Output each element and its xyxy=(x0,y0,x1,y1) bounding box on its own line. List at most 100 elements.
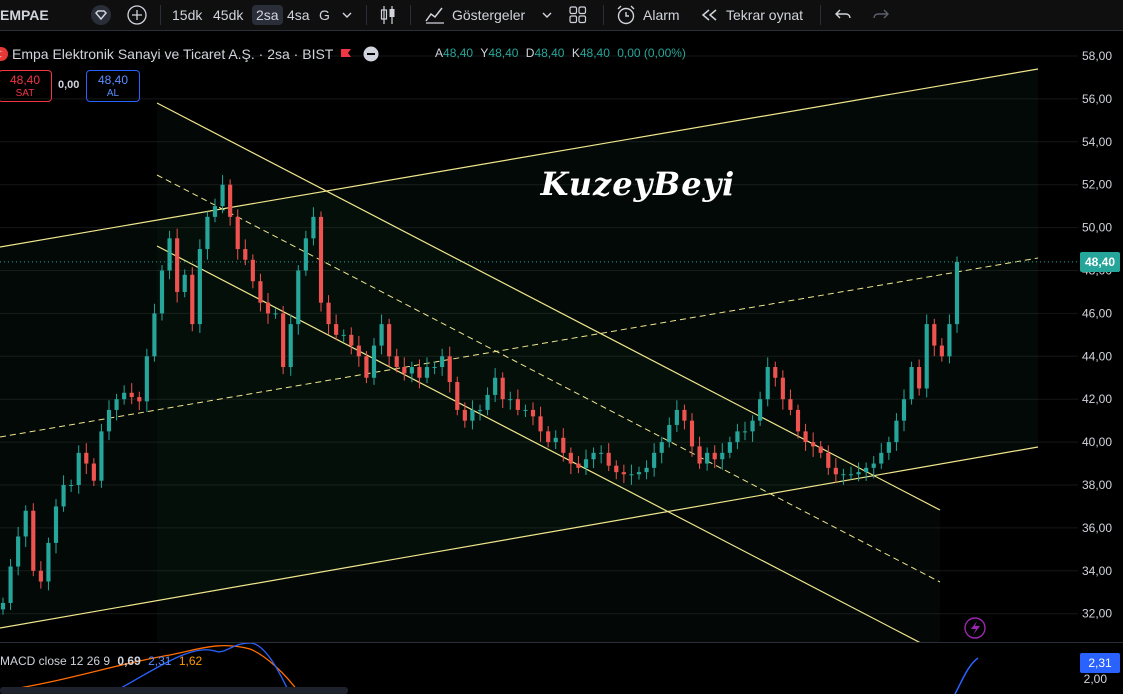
candle-body xyxy=(773,367,778,378)
buy-button[interactable]: 48,40 AL xyxy=(86,70,140,102)
candle-body xyxy=(652,452,657,468)
candle-body xyxy=(175,238,180,292)
candle-body xyxy=(8,566,13,603)
candle-body xyxy=(667,424,672,443)
candle-body xyxy=(712,452,717,460)
undo-icon[interactable] xyxy=(834,0,852,30)
interval-G[interactable]: G xyxy=(319,0,330,30)
top-toolbar: EMPAE 15dk 45dk 2sa 4sa G Göstergeler Al… xyxy=(0,0,1123,31)
drawings-layer[interactable] xyxy=(0,68,1078,642)
replay-label: Tekrar oynat xyxy=(726,7,804,23)
candle-body xyxy=(402,367,407,374)
candle-body xyxy=(659,442,664,453)
candle-body xyxy=(614,465,619,473)
candle-body xyxy=(553,437,558,443)
candle-body xyxy=(727,442,732,453)
candle-body xyxy=(697,446,702,464)
redo-icon[interactable] xyxy=(872,0,890,30)
indicators-chevron-down-icon[interactable] xyxy=(540,0,554,30)
candle-body xyxy=(682,409,687,421)
macd-legend: MACD close 12 26 9 0,69 2,31 1,62 xyxy=(0,654,203,668)
candle-body xyxy=(932,324,937,346)
candle-body xyxy=(31,510,36,571)
replay-button[interactable]: Tekrar oynat xyxy=(700,0,803,30)
alarm-button[interactable]: Alarm xyxy=(615,0,680,30)
candle-body xyxy=(742,431,748,433)
candle-body xyxy=(326,302,331,325)
candle-body xyxy=(356,345,361,357)
candle-body xyxy=(576,463,581,468)
turkey-flag-icon xyxy=(0,47,8,61)
price-tick-label: 38,00 xyxy=(1082,478,1112,492)
candles-icon[interactable] xyxy=(378,0,398,30)
candle-body xyxy=(493,377,498,395)
candle-body xyxy=(568,452,573,464)
price-tick-label: 56,00 xyxy=(1082,92,1112,106)
candle-body xyxy=(674,409,679,425)
candle-body xyxy=(636,472,642,475)
flag-marker-icon[interactable] xyxy=(339,47,353,61)
candle-body xyxy=(606,452,611,466)
candle-body xyxy=(886,442,891,453)
price-tick-label: 42,00 xyxy=(1082,392,1112,406)
candle-body xyxy=(379,324,384,346)
candle-body xyxy=(129,392,134,398)
candle-body xyxy=(69,485,74,486)
price-tick-label: 36,00 xyxy=(1082,521,1112,535)
candle-body xyxy=(546,431,551,443)
candle-body xyxy=(455,382,460,410)
interval-chevron-down-icon[interactable] xyxy=(340,0,354,30)
interval-4sa[interactable]: 4sa xyxy=(287,0,310,30)
price-chart[interactable]: 58,0056,0054,0052,0050,0048,0046,0044,00… xyxy=(0,31,1123,642)
current-price-label: 48,40 xyxy=(1080,252,1120,272)
symbol-legend[interactable]: Empa Elektronik Sanayi ve Ticaret A.Ş. ·… xyxy=(0,44,379,64)
candle-body xyxy=(84,452,89,464)
candle-body xyxy=(841,474,846,476)
candle-body xyxy=(334,324,339,335)
interval-45dk[interactable]: 45dk xyxy=(213,0,243,30)
candle-body xyxy=(281,313,286,368)
candle-body xyxy=(341,334,346,336)
candle-body xyxy=(99,431,104,481)
candle-body xyxy=(197,249,202,325)
candle-body xyxy=(500,377,505,400)
macd-pane[interactable]: MACD close 12 26 9 0,69 2,31 1,62 2,31 2… xyxy=(0,642,1123,694)
collapse-minus-icon[interactable] xyxy=(363,46,379,62)
indicators-icon xyxy=(425,7,444,24)
indicators-label: Göstergeler xyxy=(452,7,526,23)
candle-body xyxy=(159,270,165,314)
indicators-button[interactable]: Göstergeler xyxy=(424,0,525,30)
candle-body xyxy=(689,420,695,447)
candle-body xyxy=(750,420,755,432)
ohlc-values: A48,40 Y48,40 D48,40 K48,40 0,00 (0,00%) xyxy=(435,46,686,60)
candle-body xyxy=(46,542,51,582)
favorite-diamond-icon[interactable] xyxy=(88,0,114,30)
compare-add-icon[interactable] xyxy=(126,0,148,30)
price-axis[interactable]: 58,0056,0054,0052,0050,0048,0046,0044,00… xyxy=(1082,49,1112,621)
candle-body xyxy=(818,446,823,453)
candle-body xyxy=(228,184,233,217)
sell-button[interactable]: 48,40 SAT xyxy=(0,70,52,102)
candle-body xyxy=(424,367,430,378)
candle-body xyxy=(621,472,626,475)
candle-body xyxy=(856,472,861,475)
candle-body xyxy=(288,324,293,368)
candle-body xyxy=(0,602,6,610)
price-tick-label: 34,00 xyxy=(1082,564,1112,578)
interval-15dk[interactable]: 15dk xyxy=(172,0,202,30)
candle-body xyxy=(909,367,914,400)
candle-body xyxy=(485,394,490,410)
candle-body xyxy=(848,474,854,476)
candle-body xyxy=(954,261,960,325)
candle-body xyxy=(917,367,922,389)
symbol-search[interactable]: EMPAE xyxy=(0,0,49,30)
layout-grid-icon[interactable] xyxy=(568,0,588,30)
candle-body xyxy=(371,345,377,378)
lightning-icon[interactable] xyxy=(964,617,986,639)
candle-body xyxy=(265,302,271,314)
interval-2sa[interactable]: 2sa xyxy=(252,0,283,30)
candle-body xyxy=(311,216,316,239)
candle-body xyxy=(235,216,240,250)
candle-body xyxy=(144,356,149,402)
candle-body xyxy=(864,467,869,473)
